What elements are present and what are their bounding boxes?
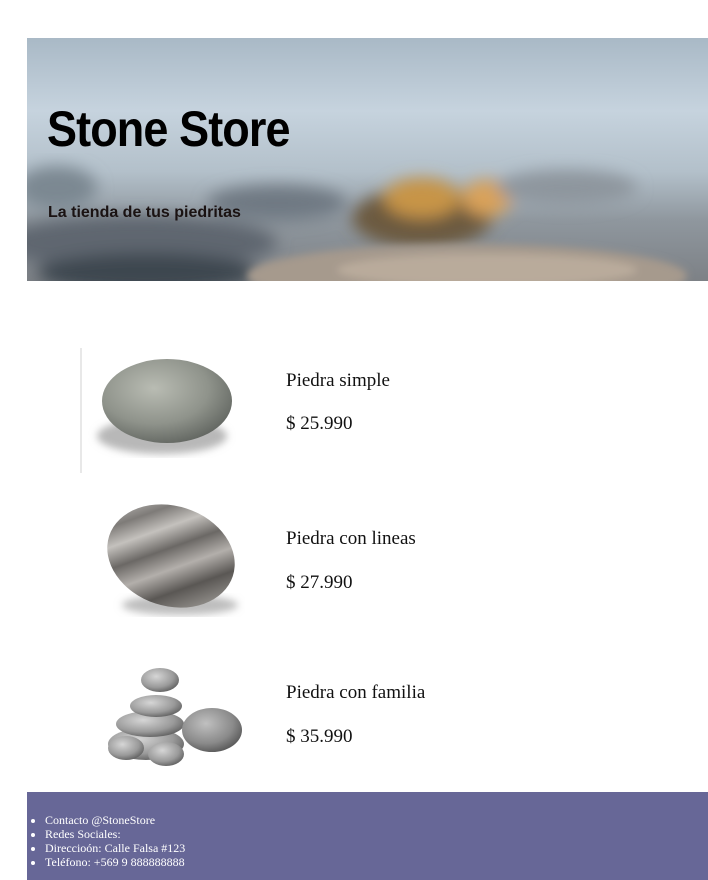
footer-item-phone: Teléfono: +569 9 888888888 [45, 855, 185, 869]
footer-item-contact: Contacto @StoneStore [45, 813, 185, 827]
beach-stones-background-image [27, 166, 687, 281]
product-price: $ 27.990 [286, 572, 353, 593]
product-name: Piedra con familia [286, 682, 426, 703]
stone-stack-image [108, 668, 242, 766]
hero-banner: Stone Store La tienda de tus piedritas [27, 38, 708, 281]
footer-item-social: Redes Sociales: [45, 827, 185, 841]
site-tagline: La tienda de tus piedritas [48, 204, 241, 221]
footer: Contacto @StoneStore Redes Sociales: Dir… [27, 792, 708, 880]
striped-stone-image [107, 504, 238, 615]
site-title: Stone Store [47, 101, 291, 157]
footer-contact-list: Contacto @StoneStore Redes Sociales: Dir… [27, 813, 185, 869]
smooth-gray-stone-image [80, 348, 232, 473]
product-name: Piedra con lineas [286, 528, 416, 549]
footer-item-address: Direccioón: Calle Falsa #123 [45, 841, 185, 855]
product-name: Piedra simple [286, 370, 390, 391]
product-price: $ 35.990 [286, 726, 353, 747]
product-price: $ 25.990 [286, 413, 353, 434]
